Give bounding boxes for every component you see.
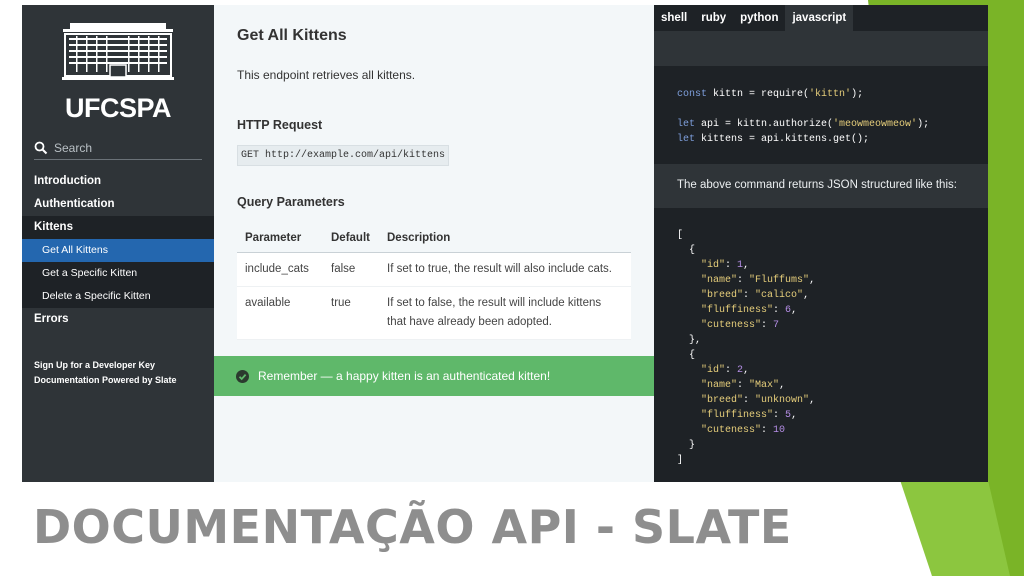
code-panel: shell ruby python javascript const kittn… <box>654 5 988 482</box>
sidebar: UFCSPA Introduction Authentication Kitte… <box>22 5 214 482</box>
signup-link[interactable]: Sign Up for a Developer Key <box>34 358 177 373</box>
table-cell: If set to false, the result will include… <box>379 286 631 340</box>
sidebar-item-kittens[interactable]: Kittens <box>22 216 214 239</box>
screenshot-frame: UFCSPA Introduction Authentication Kitte… <box>22 5 988 482</box>
sidebar-item-get-all-kittens[interactable]: Get All Kittens <box>22 239 214 262</box>
search-box[interactable] <box>34 137 202 160</box>
intro-text: This endpoint retrieves all kittens. <box>237 68 416 82</box>
json-code-block: [ { "id": 1, "name": "Fluffums", "breed"… <box>654 208 988 482</box>
returns-text: The above command returns JSON structure… <box>677 179 957 191</box>
http-request-code: GET http://example.com/api/kittens <box>237 145 450 166</box>
table-cell: available <box>237 286 323 340</box>
sidebar-group-kittens: Kittens Get All Kittens Get a Specific K… <box>22 216 214 308</box>
check-circle-icon <box>236 369 249 383</box>
column-header: Default <box>323 223 379 253</box>
sidebar-nav: Introduction Authentication Kittens Get … <box>22 170 214 331</box>
main-content: Get All Kittens This endpoint retrieves … <box>214 5 654 482</box>
column-header: Description <box>379 223 631 253</box>
json-code: [ { "id": 1, "name": "Fluffums", "breed"… <box>677 230 816 466</box>
slide-title: DOCUMENTAÇÃO API - SLATE <box>33 500 792 554</box>
js-code-block: const kittn = require('kittn'); let api … <box>654 66 988 164</box>
sidebar-item-delete-specific-kitten[interactable]: Delete a Specific Kitten <box>22 285 214 308</box>
column-header: Parameter <box>237 223 323 253</box>
notice-text: Remember — a happy kitten is an authenti… <box>258 369 551 383</box>
sidebar-footer-links: Sign Up for a Developer Key Documentatio… <box>34 358 177 388</box>
search-icon <box>34 141 48 155</box>
ufcspa-logo: UFCSPA <box>62 19 174 123</box>
notice-banner: Remember — a happy kitten is an authenti… <box>214 356 654 396</box>
sidebar-item-errors[interactable]: Errors <box>22 308 214 331</box>
query-parameters-heading: Query Parameters <box>237 195 345 209</box>
js-code: const kittn = require('kittn'); let api … <box>677 89 930 145</box>
returns-note: The above command returns JSON structure… <box>654 164 988 208</box>
code-header-strip <box>654 31 988 66</box>
search-input[interactable] <box>54 141 194 155</box>
query-parameters-table: Parameter Default Description include_ca… <box>237 223 631 340</box>
table-row: include_cats false If set to true, the r… <box>237 252 631 287</box>
table-cell: false <box>323 252 379 287</box>
logo-text: UFCSPA <box>64 93 172 123</box>
powered-by-link[interactable]: Documentation Powered by Slate <box>34 373 177 388</box>
sidebar-item-get-specific-kitten[interactable]: Get a Specific Kitten <box>22 262 214 285</box>
sidebar-item-introduction[interactable]: Introduction <box>22 170 214 193</box>
page-title: Get All Kittens <box>237 27 347 44</box>
table-header-row: Parameter Default Description <box>237 223 631 253</box>
tab-javascript[interactable]: javascript <box>785 5 854 31</box>
building-logo-icon <box>62 23 174 80</box>
table-cell: include_cats <box>237 252 323 287</box>
table-cell: true <box>323 286 379 340</box>
http-request-heading: HTTP Request <box>237 118 323 132</box>
tab-ruby[interactable]: ruby <box>694 5 733 31</box>
tab-python[interactable]: python <box>733 5 785 31</box>
tab-shell[interactable]: shell <box>654 5 694 31</box>
table-cell: If set to true, the result will also inc… <box>379 252 631 287</box>
table-row: available true If set to false, the resu… <box>237 286 631 340</box>
sidebar-item-authentication[interactable]: Authentication <box>22 193 214 216</box>
language-tabs: shell ruby python javascript <box>654 5 988 31</box>
